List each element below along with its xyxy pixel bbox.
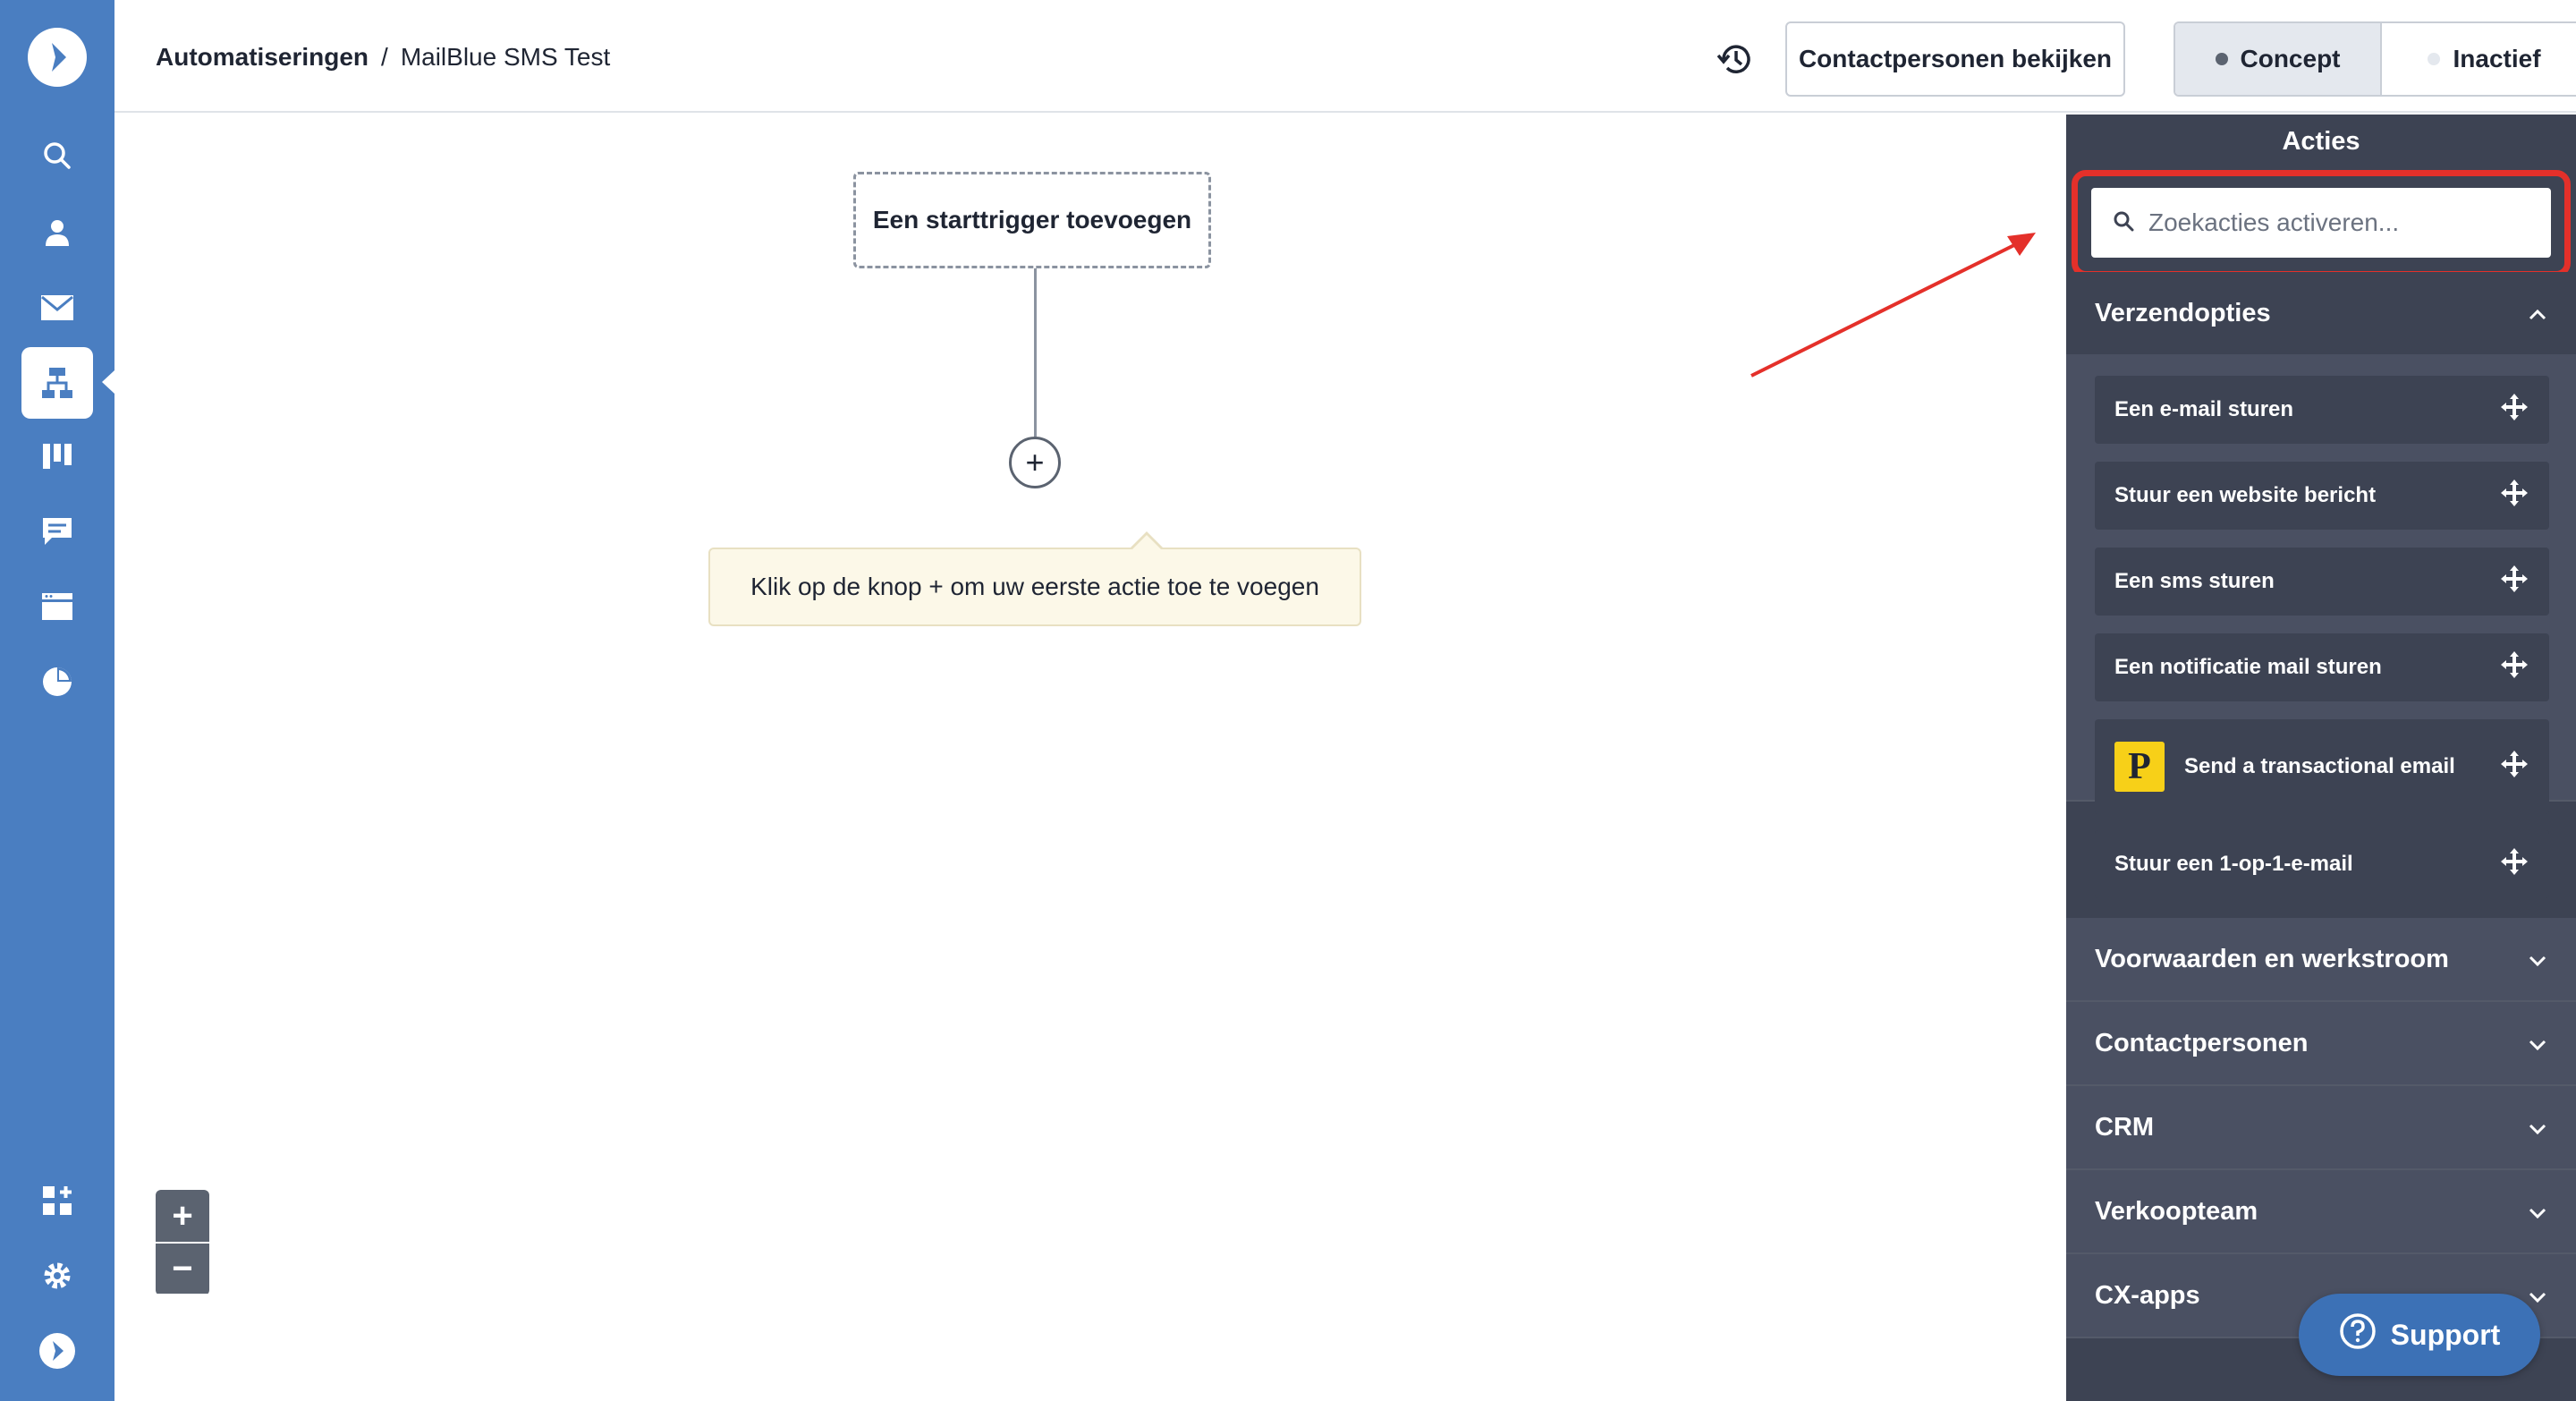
status-concept-label: Concept <box>2240 45 2341 72</box>
section-label: CX-apps <box>2095 1280 2200 1310</box>
nav-active-pointer <box>102 370 114 394</box>
search-icon <box>2113 210 2134 236</box>
status-toggle: Concept Inactief <box>2174 21 2576 97</box>
move-icon[interactable] <box>2499 392 2529 429</box>
action-search-box[interactable] <box>2091 188 2551 258</box>
logo-icon[interactable] <box>28 28 87 87</box>
settings-icon[interactable] <box>21 1240 93 1312</box>
inactive-dot-icon <box>2428 53 2441 65</box>
status-inactive-option[interactable]: Inactief <box>2382 23 2576 95</box>
view-contacts-button[interactable]: Contactpersonen bekijken <box>1785 21 2125 97</box>
chevron-down-icon <box>2528 1281 2547 1311</box>
automation-icon[interactable] <box>21 347 93 419</box>
connector-line <box>1034 268 1037 437</box>
section-contactpersonen[interactable]: Contactpersonen <box>2066 1002 2576 1086</box>
apps-icon[interactable] <box>21 1165 93 1236</box>
section-voorwaarden-werkstroom[interactable]: Voorwaarden en werkstroom <box>2066 918 2576 1002</box>
add-start-trigger-button[interactable]: Een starttrigger toevoegen <box>853 172 1211 268</box>
zoom-controls: + − <box>156 1190 209 1295</box>
contacts-icon[interactable] <box>21 197 93 268</box>
tooltip-pointer-fill <box>1131 535 1162 550</box>
section-verzendopties-label: Verzendopties <box>2095 298 2271 327</box>
chevron-down-icon <box>2528 1029 2547 1058</box>
action-label: Een sms sturen <box>2114 569 2275 593</box>
brand-icon[interactable] <box>21 1315 93 1387</box>
top-header: Automatiseringen / MailBlue SMS Test Con… <box>114 0 2576 113</box>
zoom-in-button[interactable]: + <box>156 1190 209 1242</box>
section-label: CRM <box>2095 1112 2155 1142</box>
actions-panel: Acties Verzendopties Een e-mail sturen S… <box>2066 115 2576 1401</box>
search-icon[interactable] <box>21 120 93 191</box>
action-item[interactable]: Stuur een website bericht <box>2095 462 2549 530</box>
action-item[interactable]: Een notificatie mail sturen <box>2095 633 2549 701</box>
move-icon[interactable] <box>2499 650 2529 686</box>
section-label: Voorwaarden en werkstroom <box>2095 944 2449 973</box>
section-crm[interactable]: CRM <box>2066 1086 2576 1170</box>
site-icon[interactable] <box>21 571 93 642</box>
chevron-down-icon <box>2528 1197 2547 1227</box>
report-icon[interactable] <box>21 646 93 717</box>
action-item[interactable]: Een sms sturen <box>2095 548 2549 616</box>
action-item[interactable]: Een e-mail sturen <box>2095 376 2549 444</box>
verzendopties-actions: Een e-mail sturen Stuur een website beri… <box>2066 354 2576 814</box>
move-icon[interactable] <box>2499 564 2529 600</box>
pipeline-icon[interactable] <box>21 420 93 492</box>
postmark-logo-icon: P <box>2114 742 2165 792</box>
action-search-input[interactable] <box>2148 208 2524 237</box>
breadcrumb-root-link[interactable]: Automatiseringen <box>156 43 369 72</box>
action-label: Een e-mail sturen <box>2114 397 2294 421</box>
concept-dot-icon <box>2215 53 2228 65</box>
breadcrumb: Automatiseringen / MailBlue SMS Test <box>156 43 610 72</box>
first-action-tooltip: Klik op de knop + om uw eerste actie toe… <box>708 548 1361 626</box>
section-verkoopteam[interactable]: Verkoopteam <box>2066 1170 2576 1254</box>
annotation-arrow <box>1750 233 2036 378</box>
action-label: Een notificatie mail sturen <box>2114 655 2382 679</box>
chevron-down-icon <box>2528 945 2547 974</box>
support-button[interactable]: Support <box>2299 1294 2540 1376</box>
move-icon[interactable] <box>2499 846 2529 883</box>
section-verzendopties[interactable]: Verzendopties <box>2066 272 2576 354</box>
section-label: Verkoopteam <box>2095 1196 2258 1226</box>
envelope-icon[interactable] <box>21 272 93 344</box>
action-item[interactable]: P Send a transactional email <box>2095 719 2549 814</box>
section-label: Contactpersonen <box>2095 1028 2309 1057</box>
action-label: Stuur een website bericht <box>2114 483 2377 507</box>
move-icon[interactable] <box>2499 478 2529 514</box>
chat-icon[interactable] <box>21 496 93 567</box>
breadcrumb-current[interactable]: MailBlue SMS Test <box>401 43 610 72</box>
left-navigation <box>0 0 114 1401</box>
move-icon[interactable] <box>2499 749 2529 785</box>
action-item[interactable]: Stuur een 1-op-1-e-mail <box>2095 830 2549 898</box>
action-label: Stuur een 1-op-1-e-mail <box>2114 852 2353 876</box>
add-action-button[interactable]: + <box>1009 437 1061 488</box>
status-inactive-label: Inactief <box>2453 45 2541 72</box>
action-label: Send a transactional email <box>2184 754 2455 778</box>
chevron-up-icon <box>2528 299 2547 328</box>
help-icon <box>2339 1312 2377 1357</box>
chevron-down-icon <box>2528 1113 2547 1142</box>
breadcrumb-separator: / <box>381 43 388 71</box>
status-concept-option[interactable]: Concept <box>2175 23 2382 95</box>
zoom-out-button[interactable]: − <box>156 1242 209 1294</box>
support-label: Support <box>2390 1318 2501 1351</box>
history-icon[interactable] <box>1714 38 1757 81</box>
panel-title: Acties <box>2282 127 2360 156</box>
